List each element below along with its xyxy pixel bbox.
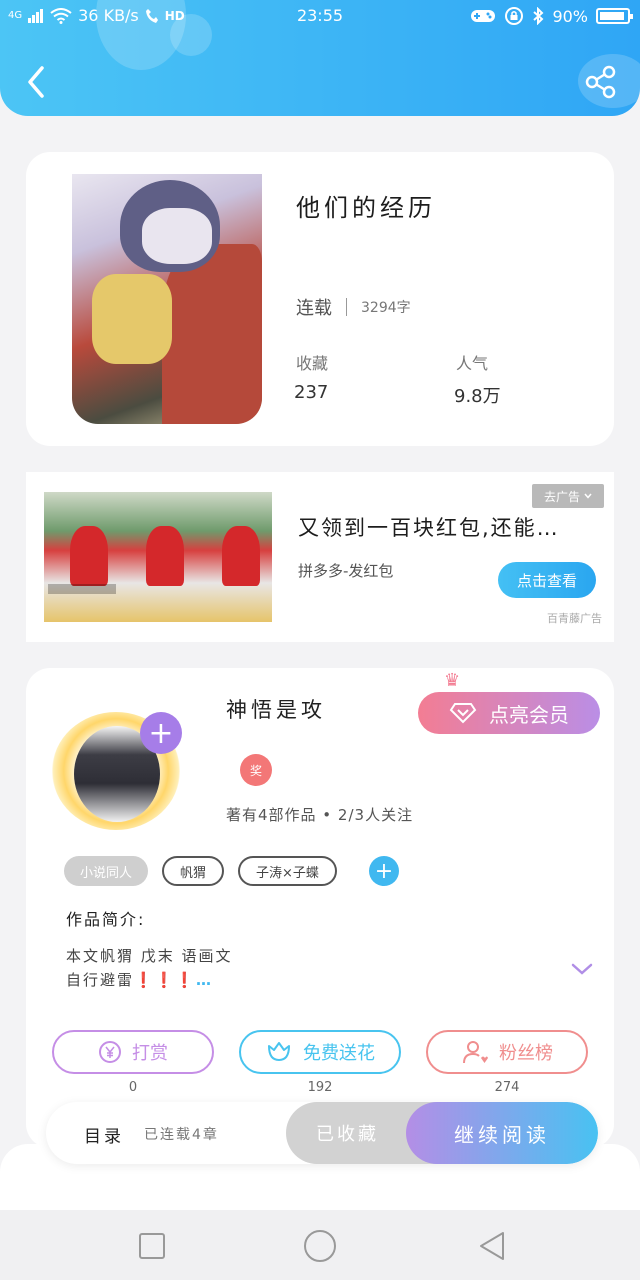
ad-image[interactable] bbox=[44, 492, 120, 622]
vip-button[interactable]: 点亮会员 bbox=[418, 692, 600, 734]
divider bbox=[346, 298, 347, 316]
remove-ad-button[interactable]: 去广告 bbox=[532, 484, 604, 508]
ad-subtitle: 拼多多-发红包 bbox=[298, 562, 394, 580]
ad-banner[interactable]: 去广告 又领到一百块红包,还能… 拼多多-发红包 点击查看 百青藤广告 bbox=[26, 472, 614, 642]
fan-ranking-button[interactable]: 粉丝榜 bbox=[426, 1030, 588, 1074]
tip-button[interactable]: 打赏 bbox=[52, 1030, 214, 1074]
intro-line: 本文帆猬 戊末 语画文 bbox=[66, 947, 233, 965]
book-title: 他们的经历 bbox=[296, 194, 436, 222]
yen-icon bbox=[99, 1041, 121, 1063]
fan-ranking-icon bbox=[463, 1041, 488, 1064]
flower-count: 192 bbox=[307, 1080, 333, 1095]
intro-text[interactable]: 本文帆猬 戊末 语画文 自行避雷❗❗❗… bbox=[66, 944, 233, 992]
ad-source: 百青藤广告 bbox=[547, 612, 602, 625]
tag-list: 小说同人 帆猬 子涛×子蝶 + bbox=[64, 856, 399, 886]
serial-status: 连载 bbox=[296, 298, 332, 319]
send-flower-label: 免费送花 bbox=[303, 1043, 375, 1064]
book-status-row: 连载 3294字 bbox=[296, 294, 411, 320]
crown-icon: ♛ bbox=[444, 670, 461, 691]
favorites-value: 237 bbox=[294, 382, 329, 403]
book-info-card: 他们的经历 连载 3294字 收藏 237 人气 9.8万 bbox=[26, 152, 614, 446]
bottom-action-bar: 目录 已连载4章 已收藏 继续阅读 bbox=[46, 1102, 598, 1164]
author-meta: 著有4部作品 • 2/3人关注 bbox=[226, 806, 414, 824]
gamepad-icon bbox=[471, 10, 496, 22]
bluetooth-icon bbox=[533, 7, 544, 25]
tag-item[interactable]: 小说同人 bbox=[64, 856, 149, 886]
lock-rotation-icon bbox=[505, 7, 524, 25]
popularity-label: 人气 bbox=[456, 354, 489, 373]
table-of-contents-button[interactable]: 目录 bbox=[84, 1122, 124, 1147]
continue-reading-button[interactable]: 继续阅读 bbox=[406, 1102, 598, 1164]
book-cover-image[interactable] bbox=[72, 174, 262, 424]
author-card: + 神悟是攻 ♛ 点亮会员 奖 著有4部作品 • 2/3人关注 小说同人 帆猬 … bbox=[26, 668, 614, 1148]
ad-image[interactable] bbox=[120, 492, 196, 622]
home-icon[interactable] bbox=[302, 1228, 338, 1264]
status-bar: 4G 36 KB/s HD 23:55 90% bbox=[0, 6, 640, 28]
vip-label: 点亮会员 bbox=[489, 702, 569, 727]
flower-icon bbox=[268, 1042, 290, 1061]
system-navigation-bar bbox=[0, 1210, 640, 1280]
remove-ad-label: 去广告 bbox=[543, 489, 580, 504]
word-count: 3294字 bbox=[361, 300, 411, 316]
add-tag-button[interactable]: + bbox=[368, 856, 399, 886]
intro-label: 作品简介: bbox=[66, 910, 146, 929]
share-icon[interactable] bbox=[584, 64, 618, 100]
fan-ranking-label: 粉丝榜 bbox=[499, 1043, 553, 1064]
battery-percent: 90% bbox=[552, 6, 588, 26]
follow-plus-button[interactable]: + bbox=[140, 712, 182, 754]
tag-item[interactable]: 子涛×子蝶 bbox=[238, 856, 337, 886]
popularity-value: 9.8万 bbox=[454, 386, 501, 407]
chapter-count: 已连载4章 bbox=[144, 1127, 219, 1143]
award-badge: 奖 bbox=[240, 754, 272, 786]
fan-count: 274 bbox=[494, 1080, 520, 1095]
recent-apps-icon[interactable] bbox=[136, 1230, 168, 1262]
author-name[interactable]: 神悟是攻 bbox=[226, 694, 326, 724]
ad-view-button[interactable]: 点击查看 bbox=[498, 562, 596, 598]
intro-line: 自行避雷❗❗❗… bbox=[66, 971, 214, 989]
chevron-left-icon[interactable] bbox=[22, 64, 52, 100]
ad-title[interactable]: 又领到一百块红包,还能… bbox=[298, 512, 560, 542]
tip-label: 打赏 bbox=[132, 1043, 168, 1064]
send-flower-button[interactable]: 免费送花 bbox=[239, 1030, 401, 1074]
favorites-label: 收藏 bbox=[296, 354, 329, 373]
top-header: 4G 36 KB/s HD 23:55 90% bbox=[0, 0, 640, 116]
back-triangle-icon[interactable] bbox=[476, 1230, 508, 1262]
diamond-icon bbox=[449, 703, 477, 724]
chevron-down-icon bbox=[584, 493, 592, 499]
battery-icon bbox=[596, 8, 633, 24]
tip-count: 0 bbox=[128, 1080, 138, 1095]
ad-image[interactable] bbox=[196, 492, 272, 622]
expand-chevron-icon[interactable] bbox=[570, 960, 594, 978]
tag-item[interactable]: 帆猬 bbox=[162, 856, 225, 886]
